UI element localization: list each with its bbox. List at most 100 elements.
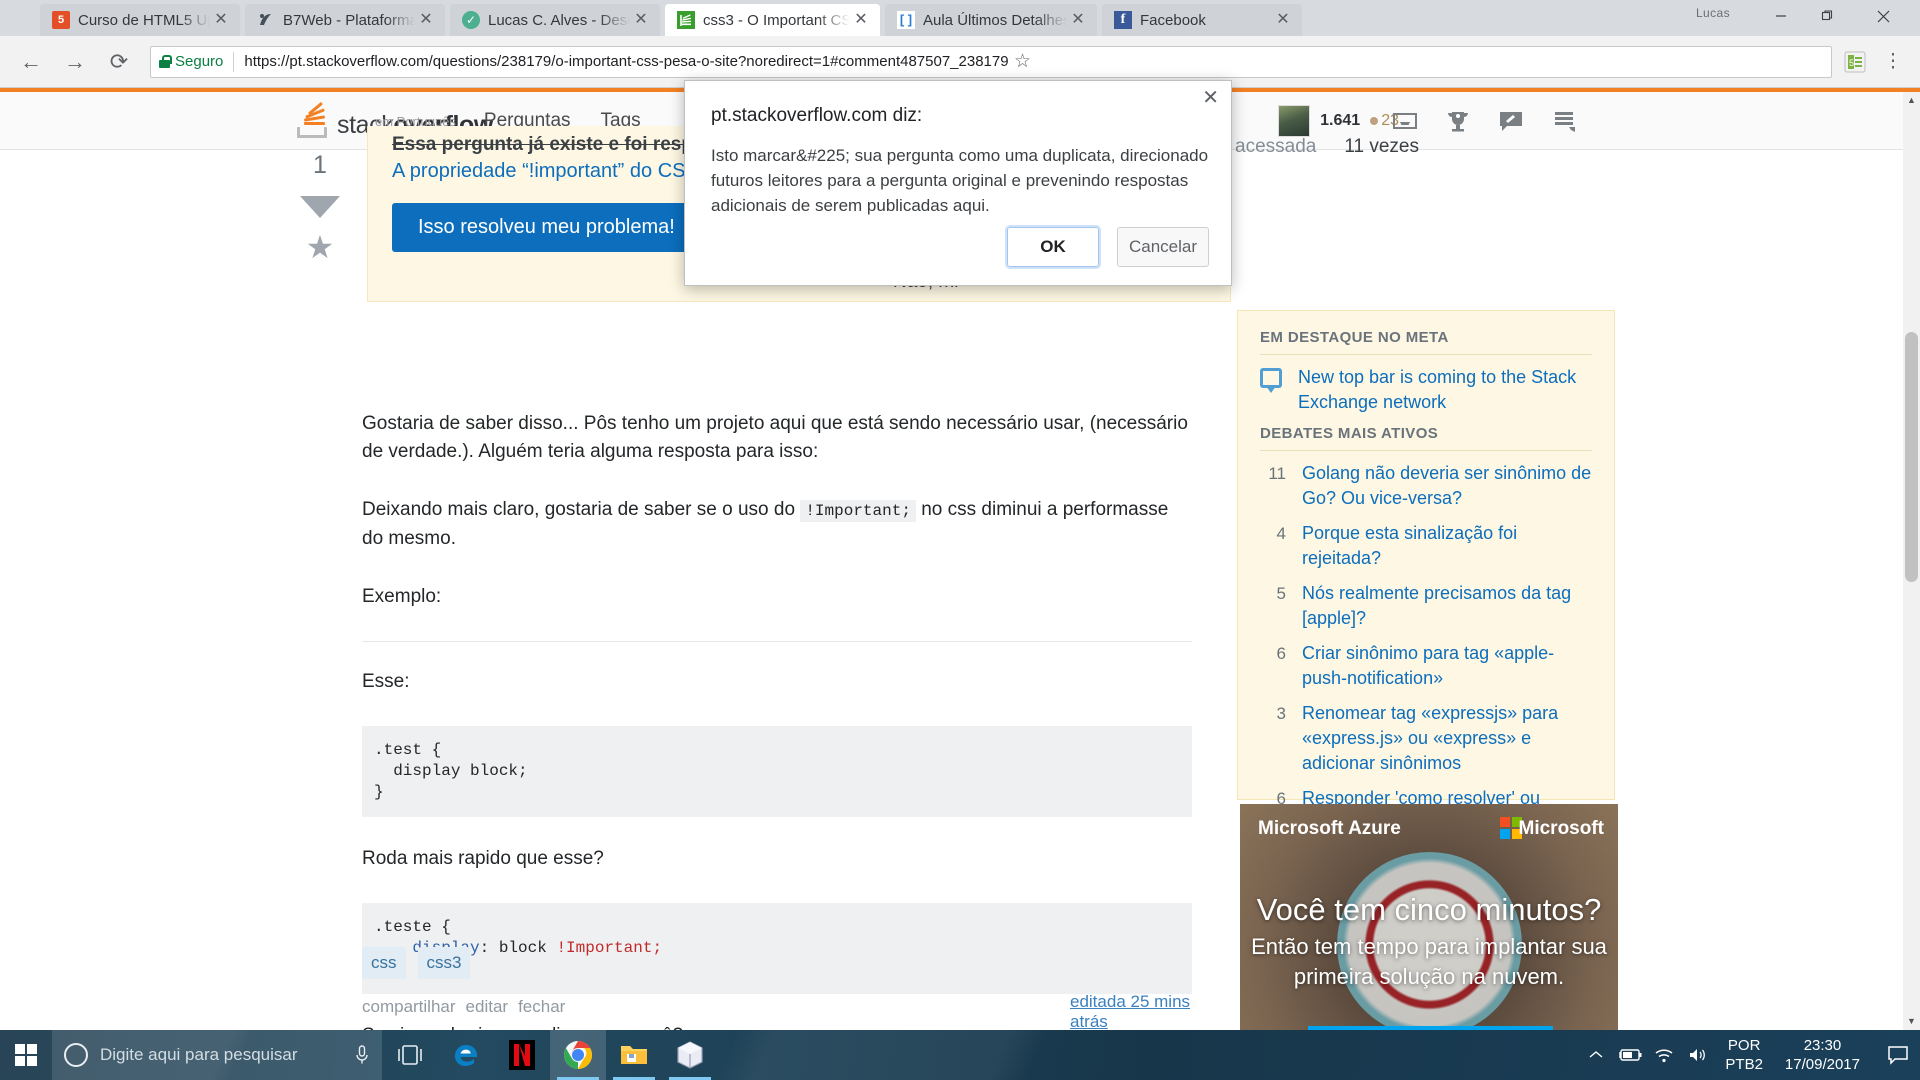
language-indicator[interactable]: POR PTB2 (1715, 1036, 1773, 1074)
file-explorer-icon[interactable] (606, 1030, 662, 1080)
code-block-1: .test { display block; } (362, 726, 1192, 817)
hot-item-link[interactable]: Porque esta sinalização foi rejeitada? (1302, 521, 1592, 571)
svg-text:5: 5 (1849, 58, 1854, 68)
clock-date: 17/09/2017 (1784, 1056, 1860, 1073)
search-placeholder: Digite aqui para pesquisar (100, 1045, 298, 1064)
browser-tab-active[interactable]: css3 - O Important CSS p ✕ (665, 4, 880, 36)
clock[interactable]: 23:30 17/09/2017 (1773, 1036, 1876, 1074)
inbox-icon[interactable] (1392, 110, 1418, 132)
hot-list-item[interactable]: 3 Renomear tag «expressjs» para «express.… (1260, 701, 1592, 776)
cortana-circle-icon[interactable] (64, 1043, 88, 1067)
label-roda: Roda mais rapido que esse? (362, 848, 604, 869)
edited-timestamp[interactable]: editada 25 mins atrás (1070, 992, 1202, 1030)
facebook-icon: f (1114, 11, 1132, 29)
reading-list-icon[interactable]: 5 (1842, 49, 1868, 75)
hot-list-item[interactable]: 5 Nós realmente precisamos da tag [apple]… (1260, 581, 1592, 631)
label-esse: Esse: (362, 671, 410, 692)
review-icon[interactable] (1498, 110, 1524, 132)
window-user-label[interactable]: Lucas (1696, 6, 1730, 20)
lock-icon (159, 55, 172, 68)
question-actions: compartilhareditarfechar (2)removersinal… (362, 992, 717, 1030)
dialog-origin-label: pt.stackoverflow.com diz: (711, 105, 923, 126)
chrome-menu-icon[interactable]: ⋮ (1878, 52, 1908, 71)
volume-icon[interactable] (1681, 1030, 1715, 1080)
app-cube-icon[interactable] (662, 1030, 718, 1080)
tab-close-icon[interactable]: ✕ (630, 9, 652, 31)
forward-icon[interactable]: → (58, 45, 92, 79)
tab-close-icon[interactable]: ✕ (415, 9, 437, 31)
scroll-down-arrow-icon[interactable]: ▼ (1903, 1013, 1920, 1030)
hot-list-item[interactable]: 4 Porque esta sinalização foi rejeitada? (1260, 521, 1592, 571)
chevron-up-icon[interactable] (1579, 1030, 1613, 1080)
browser-tab[interactable]: f Facebook ✕ (1102, 4, 1302, 36)
meta-item-link[interactable]: New top bar is coming to the Stack Excha… (1298, 365, 1592, 415)
hot-item-link[interactable]: Golang não deveria ser sinônimo de Go? O… (1302, 461, 1592, 511)
close-icon[interactable]: ✕ (1202, 88, 1219, 108)
page-scrollbar[interactable]: ▲ ▼ (1903, 92, 1920, 1030)
reload-icon[interactable]: ⟳ (102, 45, 136, 79)
hot-item-link[interactable]: Renomear tag «expressjs» para «express.j… (1302, 701, 1592, 776)
scroll-up-arrow-icon[interactable]: ▲ (1903, 92, 1920, 109)
viewed-value: 11 vezes (1344, 136, 1419, 157)
window-close-button[interactable] (1860, 0, 1906, 32)
dialog-button-row: OK Cancelar (1005, 225, 1209, 269)
wifi-icon[interactable] (1647, 1030, 1681, 1080)
divider (1260, 450, 1592, 451)
action-compartilhar[interactable]: compartilhar (362, 997, 456, 1016)
action-center-icon[interactable] (1876, 1030, 1920, 1080)
back-icon[interactable]: ← (14, 45, 48, 79)
scrollbar-thumb[interactable] (1905, 332, 1918, 582)
question-body: Gostaria de saber disso... Pôs tenho um … (362, 410, 1192, 1030)
trophy-icon[interactable] (1445, 110, 1471, 132)
tab-close-icon[interactable]: ✕ (850, 9, 872, 31)
netflix-icon[interactable] (494, 1030, 550, 1080)
windows-logo-icon[interactable] (0, 1030, 52, 1080)
address-bar[interactable]: Seguro https://pt.stackoverflow.com/ques… (150, 45, 1832, 78)
tab-close-icon[interactable]: ✕ (210, 9, 232, 31)
star-icon[interactable]: ★ (290, 231, 350, 263)
solved-my-problem-button[interactable]: Isso resolveu meu problema! (392, 203, 701, 252)
help-icon[interactable] (1551, 110, 1577, 132)
meta-featured-item[interactable]: New top bar is coming to the Stack Excha… (1260, 365, 1592, 415)
inline-code: !Important; (800, 500, 916, 522)
security-indicator: Seguro (159, 53, 223, 70)
hot-list-item[interactable]: 6 Criar sinônimo para tag «apple-push-not… (1260, 641, 1592, 691)
question-paragraph: Exemplo: (362, 586, 442, 607)
sidebar-advertisement[interactable]: Microsoft Azure Microsoft Você tem cinco… (1240, 804, 1618, 1030)
chrome-icon[interactable] (550, 1030, 606, 1080)
tag-css3[interactable]: css3 (417, 947, 471, 979)
edge-icon[interactable] (438, 1030, 494, 1080)
task-view-icon[interactable] (382, 1030, 438, 1080)
tag-css[interactable]: css (362, 947, 406, 979)
chrome-browser-window: 5 Curso de HTML5 UpInside ✕ B7Web - Plat… (0, 0, 1920, 1030)
window-minimize-button[interactable] (1758, 0, 1804, 32)
url-text: https://pt.stackoverflow.com/questions/2… (244, 53, 1009, 70)
battery-charging-icon[interactable] (1613, 1030, 1647, 1080)
viewed-label: acessada (1235, 136, 1317, 157)
user-profile-link[interactable]: 1.641 23 (1278, 104, 1399, 137)
vote-count: 1 (313, 151, 327, 179)
tab-title: B7Web - Plataforma (283, 11, 415, 29)
browser-tab[interactable]: ✓ Lucas C. Alves - Desenvol ✕ (450, 4, 660, 36)
arrow-down-icon[interactable] (300, 196, 340, 218)
dialog-ok-button[interactable]: OK (1005, 225, 1101, 269)
tab-close-icon[interactable]: ✕ (1272, 9, 1294, 31)
search-input[interactable]: Digite aqui para pesquisar (52, 1030, 382, 1080)
html5-icon: 5 (52, 11, 70, 29)
microphone-icon[interactable] (354, 1044, 370, 1066)
hot-item-link[interactable]: Criar sinônimo para tag «apple-push-noti… (1302, 641, 1592, 691)
window-maximize-button[interactable] (1804, 0, 1850, 32)
browser-tab[interactable]: B7Web - Plataforma ✕ (245, 4, 445, 36)
action-editar[interactable]: editar (466, 997, 509, 1016)
browser-tab[interactable]: 5 Curso de HTML5 UpInside ✕ (40, 4, 240, 36)
hot-list-item[interactable]: 11 Golang não deveria ser sinônimo de Go?… (1260, 461, 1592, 511)
question-paragraph: Gostaria de saber disso... Pôs tenho um … (362, 413, 1188, 462)
hot-score: 3 (1276, 704, 1286, 723)
dialog-cancel-button[interactable]: Cancelar (1117, 227, 1209, 267)
tab-close-icon[interactable]: ✕ (1067, 9, 1089, 31)
bookmark-star-icon[interactable]: ☆ (1009, 48, 1037, 76)
javascript-confirm-dialog: ✕ pt.stackoverflow.com diz: Isto marcar&… (684, 80, 1232, 286)
chat-bubble-icon (1260, 368, 1282, 393)
browser-tab[interactable]: [ ] Aula Últimos Detalhes e D ✕ (885, 4, 1097, 36)
hot-item-link[interactable]: Nós realmente precisamos da tag [apple]? (1302, 581, 1592, 631)
